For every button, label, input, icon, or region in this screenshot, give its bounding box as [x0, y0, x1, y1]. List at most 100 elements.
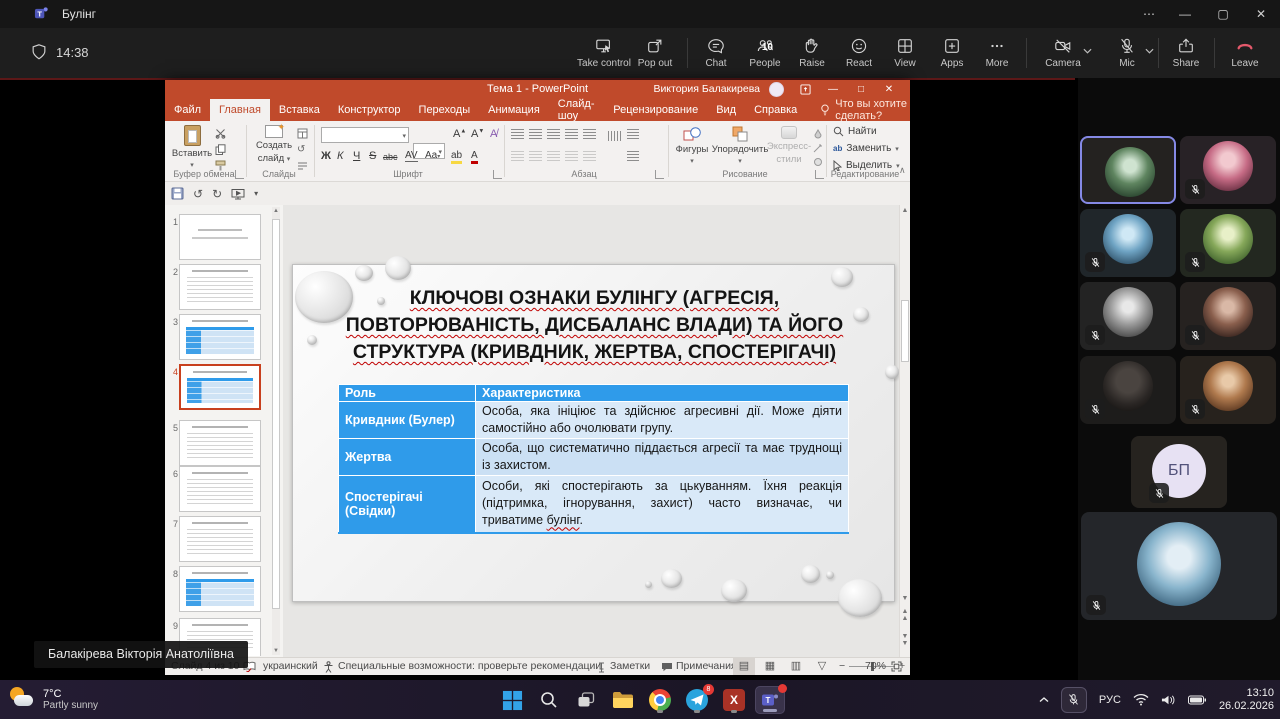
leave-button[interactable]: Leave [1219, 32, 1271, 74]
minimize-button[interactable]: — [1166, 0, 1204, 28]
input-language[interactable]: РУС [1099, 694, 1121, 706]
slide-sorter-view-button: ▦ [764, 660, 776, 672]
svg-text:T: T [37, 9, 42, 18]
camera-chevron-icon[interactable] [1083, 48, 1092, 54]
participant-tile-6[interactable] [1180, 282, 1276, 350]
share-button[interactable]: Share [1160, 32, 1212, 74]
view-button[interactable]: View [879, 32, 931, 74]
participant-tile-2[interactable] [1180, 136, 1276, 204]
telegram-icon[interactable]: 8 [682, 684, 714, 714]
tray-clock[interactable]: 13:10 26.02.2026 [1219, 687, 1274, 713]
tab-animations: Анимация [488, 104, 540, 116]
italic-button: К [337, 150, 344, 162]
comments-toggle: Примечания [676, 660, 737, 672]
view-label: View [894, 58, 916, 69]
shield-icon [30, 43, 48, 61]
volume-icon[interactable] [1161, 694, 1176, 706]
battery-icon[interactable] [1187, 695, 1207, 705]
replace-label: Заменить [846, 143, 892, 154]
slide-thumbnail-8 [179, 566, 261, 612]
participant-tile-7[interactable] [1080, 356, 1176, 424]
reset-slide-icon: ↺ [297, 144, 306, 155]
participant-tile-4[interactable] [1180, 209, 1276, 277]
arrange-icon [732, 126, 748, 142]
start-button[interactable] [497, 686, 527, 714]
droplet [826, 571, 834, 579]
maximize-button[interactable]: ▢ [1204, 0, 1242, 28]
droplet [801, 565, 820, 583]
next-slide-icon: ▼ ▼ [901, 633, 909, 647]
thumbnails-scrollbar: ▲ ▼ [272, 207, 280, 655]
participant-tile-8[interactable] [1180, 356, 1276, 424]
presenter-name-overlay: Балакірева Вікторія Анатоліївна [34, 641, 248, 668]
chat-button[interactable]: Chat [690, 32, 742, 74]
apps-icon [942, 37, 962, 55]
droplet [831, 267, 853, 287]
lightbulb-icon [820, 104, 830, 116]
pop-out-button[interactable]: Pop out [629, 32, 681, 74]
mic-muted-icon [1085, 399, 1105, 419]
teams-taskbar-icon[interactable]: T [755, 684, 787, 714]
chrome-icon[interactable] [645, 686, 675, 714]
avatar [1105, 147, 1155, 197]
quick-styles-label-1: Экспресс- [766, 141, 812, 152]
mic-muted-icon [1185, 179, 1205, 199]
paragraph-dialog-launcher-icon [655, 170, 664, 179]
tray-mic-muted-icon[interactable] [1060, 686, 1087, 713]
taskbar-search-icon[interactable] [534, 686, 564, 714]
raise-hand-button[interactable]: Raise [786, 32, 838, 74]
participant-tile-3[interactable] [1080, 209, 1176, 277]
avatar [1203, 287, 1253, 337]
more-button[interactable]: More [971, 32, 1023, 74]
leave-label: Leave [1231, 58, 1259, 69]
comments-icon [661, 662, 673, 672]
droplet [838, 579, 882, 617]
weather-widget[interactable]: 7°C Partly sunny [8, 686, 98, 712]
align-right-icon [547, 151, 560, 161]
editing-group-label: Редактирование [830, 169, 900, 179]
paste-button: Вставить ▾ [172, 125, 212, 169]
file-explorer-icon[interactable] [608, 686, 638, 714]
current-slide: КЛЮЧОВІ ОЗНАКИ БУЛІНГУ (АГРЕСІЯ, ПОВТОРЮ… [292, 256, 899, 617]
align-left-icon [511, 151, 524, 161]
mic-chevron-icon[interactable] [1145, 48, 1154, 54]
close-button[interactable]: ✕ [1242, 0, 1280, 28]
people-count-badge: 10 [761, 42, 773, 53]
fit-slide-icon [891, 661, 902, 672]
react-button[interactable]: React [833, 32, 885, 74]
pdf-app-icon[interactable]: X [719, 686, 749, 714]
mic-muted-icon [1185, 325, 1205, 345]
wifi-icon[interactable] [1133, 693, 1149, 706]
columns-icon [583, 151, 596, 161]
task-view-icon[interactable] [571, 686, 601, 714]
zoom-out-icon: − [839, 660, 846, 672]
thumb-number: 8 [172, 569, 178, 579]
participant-tile-large[interactable] [1081, 512, 1277, 620]
decrease-font-icon: A▼ [471, 128, 485, 140]
participant-tile-1[interactable] [1080, 136, 1176, 204]
take-control-button[interactable]: Take control [577, 32, 631, 74]
people-label: People [749, 58, 781, 69]
slides-group-label: Слайды [262, 169, 296, 179]
participant-tile-5[interactable] [1080, 282, 1176, 350]
shapes-label: Фигуры [675, 144, 709, 155]
react-label: React [845, 58, 873, 69]
toolbar-separator [687, 38, 688, 68]
droplet [385, 256, 411, 280]
pop-out-icon [645, 37, 665, 55]
ppt-maximize-icon: □ [857, 84, 865, 95]
quick-styles-button: Экспресс- стили [766, 126, 812, 165]
slide-thumbnail-4-selected [179, 364, 261, 410]
people-button[interactable]: 10 People [739, 32, 791, 74]
titlebar-more-icon[interactable]: ⋯ [1130, 0, 1168, 28]
participant-tile-initials[interactable]: БП [1131, 436, 1227, 508]
table-cell-desc: Особи, які спостерігають за цькуванням. … [475, 475, 849, 533]
cut-icon [215, 128, 226, 139]
camera-button[interactable]: Camera [1032, 32, 1094, 74]
tray-chevron-icon[interactable] [1039, 696, 1049, 704]
tab-review: Рецензирование [613, 104, 699, 116]
avatar [1203, 214, 1253, 264]
mic-button[interactable]: Mic [1098, 32, 1156, 74]
collapse-ribbon-icon: ∧ [899, 165, 906, 175]
table-header-characteristic: Характеристика [475, 384, 849, 402]
